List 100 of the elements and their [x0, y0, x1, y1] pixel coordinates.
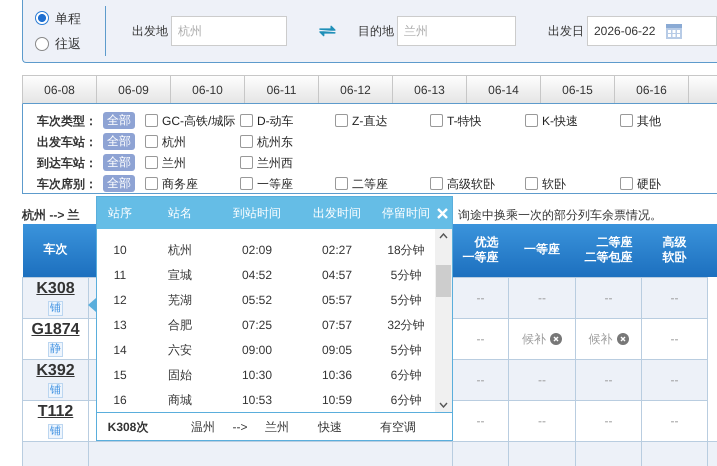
stop-cell-text: 5分钟: [390, 292, 422, 308]
popup-column-header: 站序: [107, 205, 133, 222]
stop-cell-text: 10:59: [320, 392, 354, 408]
stop-cell-text: 宣城: [167, 266, 193, 284]
stop-cell-text: 芜湖: [167, 292, 193, 308]
empty-seat-text: --: [476, 372, 484, 386]
date-tab[interactable]: 06-14: [467, 76, 541, 103]
column-header: 车次: [42, 242, 68, 258]
stop-cell-text: 5分钟: [390, 342, 422, 358]
stop-cell-text: 09:05: [320, 342, 354, 358]
stop-cell-text: 合肥: [167, 316, 193, 334]
stop-cell-text: 6分钟: [390, 366, 422, 384]
scroll-up-icon[interactable]: [439, 233, 448, 239]
stop-cell-text: 05:52: [240, 292, 274, 308]
train-number-link[interactable]: T112: [38, 402, 74, 420]
scroll-down-icon[interactable]: [439, 402, 448, 408]
route-arrow: -->: [232, 418, 248, 436]
empty-seat-text: --: [604, 414, 612, 428]
close-circle-icon[interactable]: [550, 333, 562, 346]
destination-field[interactable]: 兰州: [397, 16, 516, 46]
stop-cell-text: 14: [112, 342, 128, 358]
empty-seat-text: --: [476, 332, 484, 346]
stop-cell-text: 05:57: [320, 292, 354, 308]
filter-checkbox[interactable]: 一等座: [240, 174, 335, 192]
date-tab[interactable]: 06-12: [319, 76, 393, 103]
field-label: 目的地: [358, 23, 394, 40]
column-header: 优选一等座: [462, 234, 499, 266]
popup-column-header: 站名: [167, 205, 193, 222]
waitlist-text: 候补: [588, 332, 612, 346]
stop-cell-text: 02:09: [240, 242, 274, 258]
filter-checkbox[interactable]: 商务座: [145, 174, 240, 192]
filter-checkbox[interactable]: 杭州: [145, 132, 240, 150]
filter-checkbox[interactable]: 软卧: [525, 174, 620, 192]
train-number-link[interactable]: K308: [36, 280, 75, 298]
date-field[interactable]: 2026-06-22: [587, 16, 717, 46]
stop-cell-text: 12: [112, 292, 128, 308]
empty-seat-text: --: [538, 372, 546, 386]
filter-checkbox[interactable]: 硬卧: [620, 174, 715, 192]
empty-seat-text: --: [670, 414, 678, 428]
route-title: 杭州 --> 兰: [22, 207, 81, 224]
stop-cell-text: 04:57: [320, 266, 354, 284]
field-label: 出发地: [132, 23, 168, 40]
empty-seat-text: --: [604, 290, 612, 304]
empty-seat-text: --: [476, 414, 484, 428]
swap-icon[interactable]: [319, 24, 336, 38]
field-label: 出发日: [548, 23, 584, 40]
close-icon[interactable]: [437, 208, 448, 218]
empty-seat-text: --: [670, 332, 678, 346]
filter-checkbox[interactable]: 兰州西: [240, 154, 335, 172]
filter-checkbox[interactable]: GC-高铁/城际: [145, 112, 240, 130]
stop-cell-text: 02:27: [320, 242, 354, 258]
empty-seat-text: --: [670, 290, 678, 304]
filter-checkbox[interactable]: 其他: [620, 112, 715, 130]
filter-label: 车次席别：: [37, 176, 98, 192]
train-number-link[interactable]: K392: [36, 362, 75, 380]
departure-field[interactable]: 杭州: [171, 16, 288, 46]
stop-cell-text: 商城: [167, 392, 193, 408]
filter-label: 车次类型：: [37, 112, 98, 130]
date-tab[interactable]: 06-08: [23, 76, 97, 103]
trip-radio[interactable]: 单程: [35, 8, 106, 28]
filter-checkbox[interactable]: 高级软卧: [430, 174, 525, 192]
date-tab[interactable]: 06-15: [541, 76, 615, 103]
date-tab[interactable]: 06-09: [97, 76, 171, 103]
stop-cell-text: 5分钟: [390, 266, 422, 284]
train-type: 快速: [316, 418, 343, 436]
date-tab[interactable]: 06-13: [393, 76, 467, 103]
filter-checkbox[interactable]: 兰州: [145, 154, 240, 172]
filter-checkbox[interactable]: D-动车: [240, 112, 335, 130]
date-tab[interactable]: 06-16: [615, 76, 689, 103]
filter-checkbox[interactable]: T-特快: [430, 112, 525, 130]
seat-tag: 铺: [48, 424, 63, 438]
close-circle-icon[interactable]: [616, 333, 628, 346]
popup-column-header: 出发时间: [312, 205, 362, 222]
popup-column-header: 停留时间: [381, 205, 431, 222]
column-header: 二等座二等包座: [584, 234, 633, 266]
empty-seat-text: --: [476, 290, 484, 304]
scrollbar-thumb[interactable]: [436, 265, 451, 297]
stop-cell-text: 07:57: [320, 316, 354, 334]
filter-checkbox[interactable]: 杭州东: [240, 132, 335, 150]
date-tab[interactable]: 06-11: [245, 76, 319, 103]
filter-label: 出发车站：: [37, 134, 98, 150]
empty-seat-text: --: [604, 372, 612, 386]
filter-checkbox[interactable]: Z-直达: [335, 112, 430, 130]
filter-checkbox[interactable]: 二等座: [335, 174, 430, 192]
filter-checkbox[interactable]: K-快速: [525, 112, 620, 130]
stop-cell-text: 07:25: [240, 316, 274, 334]
column-header: 一等座: [523, 242, 561, 258]
calendar-icon[interactable]: [665, 22, 684, 40]
stop-cell-text: 10:30: [240, 366, 274, 384]
date-tab[interactable]: 06-10: [171, 76, 245, 103]
empty-seat-text: --: [538, 290, 546, 304]
seat-tag: 铺: [48, 382, 63, 398]
scrollbar[interactable]: [435, 229, 452, 412]
route-to: 兰州: [264, 418, 290, 436]
train-number-link[interactable]: G1874: [31, 320, 80, 338]
trip-radio[interactable]: 往返: [35, 34, 106, 54]
popup-column-header: 到站时间: [232, 205, 282, 222]
stop-cell-text: 18分钟: [386, 242, 426, 258]
filter-label: 到达车站：: [37, 154, 98, 172]
aircon-label: 有空调: [379, 418, 417, 436]
